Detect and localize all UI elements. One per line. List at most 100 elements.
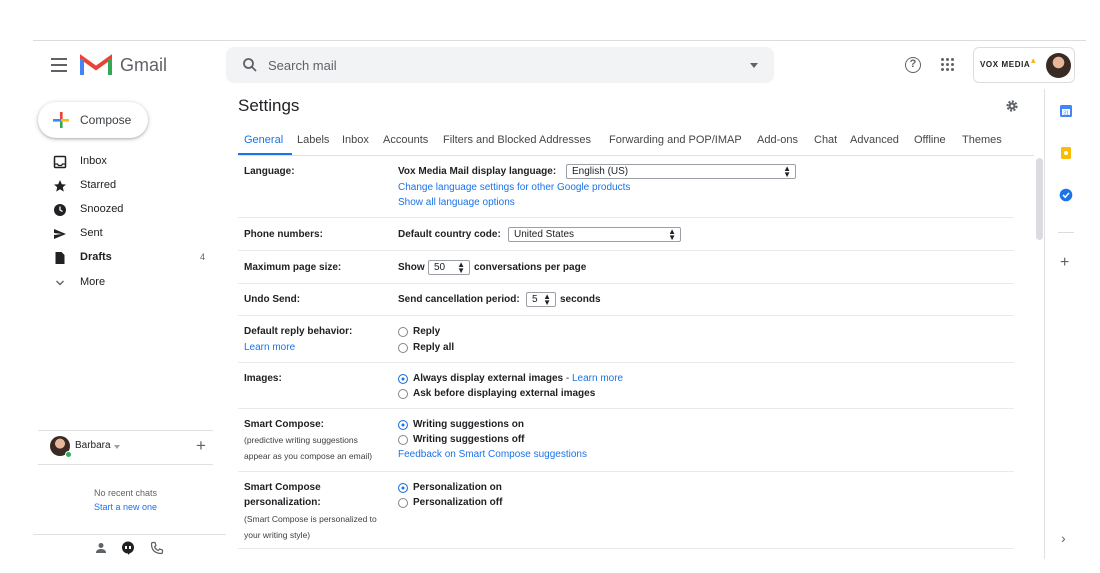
calendar-icon[interactable]: 31 (1059, 104, 1073, 118)
gmail-logo-icon[interactable] (80, 53, 112, 77)
sidebar-item-snoozed[interactable]: Snoozed (33, 198, 223, 222)
tasks-icon[interactable] (1059, 188, 1073, 202)
sidebar-item-label: Sent (80, 227, 103, 239)
tab-inbox[interactable]: Inbox (342, 134, 369, 146)
sidebar-item-drafts[interactable]: Drafts 4 (33, 246, 223, 270)
writing-suggestions-off-label[interactable]: Writing suggestions off (413, 434, 524, 445)
sidebar-item-starred[interactable]: Starred (33, 174, 223, 198)
help-icon[interactable]: ? (905, 57, 921, 73)
cancellation-period-select[interactable]: 5 ▲ ▼ (526, 292, 556, 307)
reply-behavior-label: Default reply behavior: (244, 326, 353, 337)
ask-before-images-radio[interactable] (398, 389, 408, 399)
tab-themes[interactable]: Themes (962, 134, 1002, 146)
tab-labels[interactable]: Labels (297, 134, 329, 146)
clock-icon (54, 204, 66, 216)
reply-learn-more-link[interactable]: Learn more (244, 342, 295, 353)
gear-icon[interactable] (1005, 99, 1019, 113)
country-code-select[interactable]: United States ▲ ▼ (508, 227, 681, 242)
images-learn-more-link[interactable]: Learn more (572, 373, 623, 384)
reply-option-label[interactable]: Reply (413, 326, 440, 337)
personalization-label: personalization: (244, 497, 321, 508)
personalization-off-radio[interactable] (398, 498, 408, 508)
personalization-off-label[interactable]: Personalization off (413, 497, 502, 508)
scrollbar-thumb[interactable] (1036, 158, 1043, 240)
tab-forwarding[interactable]: Forwarding and POP/IMAP (609, 134, 742, 146)
phone-icon[interactable] (150, 541, 164, 555)
search-input[interactable] (268, 55, 728, 75)
search-icon[interactable] (242, 57, 258, 73)
sidebar-item-label: Starred (80, 179, 117, 191)
search-options-icon[interactable] (750, 63, 758, 68)
reply-all-radio[interactable] (398, 343, 408, 353)
always-display-images-label[interactable]: Always display external images - Learn m… (413, 373, 623, 384)
star-icon (54, 180, 66, 192)
undo-send-label: Undo Send: (244, 294, 301, 305)
menu-icon[interactable] (51, 58, 67, 72)
compose-label: Compose (80, 113, 132, 127)
tab-advanced[interactable]: Advanced (850, 134, 899, 146)
send-icon (54, 229, 66, 239)
compose-button[interactable]: Compose (38, 102, 148, 138)
phone-numbers-label: Phone numbers: (244, 229, 323, 240)
images-label: Images: (244, 373, 282, 384)
sidebar-item-label: Drafts (80, 251, 112, 263)
personalization-on-label[interactable]: Personalization on (413, 482, 502, 493)
no-recent-chats: No recent chats (93, 488, 158, 498)
chevron-down-icon (56, 280, 64, 286)
reply-radio[interactable] (398, 327, 408, 337)
account-switcher[interactable]: VOX MEDIA ▴ (973, 47, 1075, 83)
divider (238, 250, 1014, 251)
tab-chat[interactable]: Chat (814, 134, 837, 146)
header: Gmail ? VOX MEDIA ▴ (33, 41, 1086, 89)
page-size-suffix: conversations per page (474, 262, 587, 273)
personalization-desc: your writing style) (244, 530, 311, 540)
always-display-images-radio[interactable] (398, 374, 408, 384)
plus-icon (53, 112, 69, 128)
start-new-chat-link[interactable]: Start a new one (38, 502, 213, 512)
divider (38, 430, 213, 431)
writing-suggestions-off-radio[interactable] (398, 435, 408, 445)
personalization-label: Smart Compose (244, 482, 321, 493)
ask-before-images-label[interactable]: Ask before displaying external images (413, 388, 595, 399)
sidebar-item-inbox[interactable]: Inbox (33, 150, 223, 174)
divider (1058, 232, 1074, 233)
tab-accounts[interactable]: Accounts (383, 134, 428, 146)
tab-general[interactable]: General (244, 134, 283, 146)
get-addons-plus-icon[interactable]: + (1060, 254, 1069, 272)
hangouts-chat-icon[interactable] (121, 541, 135, 555)
select-arrows-icon: ▲ ▼ (543, 292, 551, 307)
sidebar-item-sent[interactable]: Sent (33, 222, 223, 246)
writing-suggestions-on-label[interactable]: Writing suggestions on (413, 419, 524, 430)
show-language-options-link[interactable]: Show all language options (398, 197, 515, 208)
account-avatar[interactable] (1046, 53, 1071, 78)
hangouts-user-name[interactable]: Barbara (75, 440, 111, 451)
page-title: Settings (238, 96, 300, 115)
keep-icon[interactable] (1059, 146, 1073, 160)
app-name[interactable]: Gmail (120, 55, 167, 76)
personalization-on-radio[interactable] (398, 483, 408, 493)
divider (33, 534, 226, 535)
page-size-select[interactable]: 50 ▲ ▼ (428, 260, 470, 275)
tab-offline[interactable]: Offline (914, 134, 946, 146)
caret-down-icon[interactable] (114, 445, 120, 449)
side-panel-divider (1044, 89, 1045, 559)
divider (238, 315, 1014, 316)
person-icon[interactable] (94, 541, 108, 555)
hangouts-user[interactable]: Barbara + (38, 434, 213, 464)
personalization-desc: (Smart Compose is personalized to (244, 514, 377, 524)
reply-all-option-label[interactable]: Reply all (413, 342, 454, 353)
chevron-right-icon[interactable]: › (1061, 530, 1066, 546)
page-size-label: Maximum page size: (244, 262, 342, 273)
sidebar-item-more[interactable]: More (33, 271, 223, 295)
change-language-link[interactable]: Change language settings for other Googl… (398, 182, 630, 193)
smart-compose-feedback-link[interactable]: Feedback on Smart Compose suggestions (398, 449, 587, 460)
online-status-icon (65, 451, 72, 458)
tab-filters[interactable]: Filters and Blocked Addresses (443, 134, 591, 146)
tab-addons[interactable]: Add-ons (757, 134, 798, 146)
search-bar[interactable] (226, 47, 774, 83)
writing-suggestions-on-radio[interactable] (398, 420, 408, 430)
apps-icon[interactable] (941, 58, 955, 72)
new-chat-plus-icon[interactable]: + (196, 436, 206, 456)
display-language-select[interactable]: English (US) ▲ ▼ (566, 164, 796, 179)
divider (238, 408, 1014, 409)
